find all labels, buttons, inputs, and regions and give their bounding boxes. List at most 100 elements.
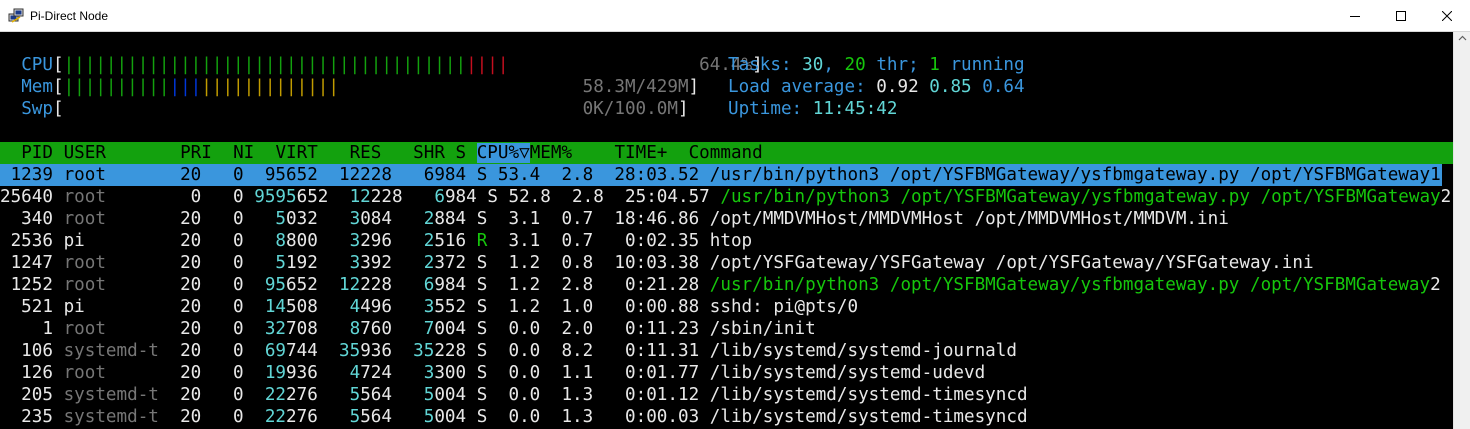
running-count: 1 (929, 55, 940, 75)
cell-pid: 1 (0, 319, 53, 339)
process-table-header[interactable]: PID USER PRI NI VIRT RES SHR S CPU%▽MEM%… (0, 142, 1454, 164)
cell-time: 25:04.57 (614, 187, 710, 207)
cell-cmd: /sbin/init (709, 319, 816, 339)
process-row[interactable]: 1252 root 20 0 95652 12228 6984 S 1.2 2.… (0, 274, 1441, 296)
vertical-scrollbar[interactable] (1453, 32, 1470, 429)
cell-cpu: 3.1 (497, 209, 541, 229)
col-virt[interactable]: VIRT (275, 143, 317, 163)
col-time[interactable]: TIME+ (614, 143, 667, 163)
cell-time: 0:00.88 (603, 297, 700, 317)
threads-count: 20 (844, 55, 866, 75)
process-row[interactable]: 1239 root 20 0 95652 12228 6984 S 53.4 2… (0, 164, 1442, 186)
cell-pid: 521 (0, 297, 53, 317)
process-row[interactable]: 521 pi 20 0 14508 4496 3552 S 1.2 1.0 0:… (0, 296, 858, 318)
cell-pri: 20 (169, 165, 202, 185)
cell-cmd: /usr/bin/python3 /opt/YSFBMGateway/ysfbm… (720, 187, 1441, 207)
col-pid[interactable]: PID (21, 143, 53, 163)
cell-cpu: 1.2 (497, 253, 541, 273)
maximize-button[interactable] (1378, 0, 1424, 32)
cell-time: 10:03.38 (603, 253, 700, 273)
process-row[interactable]: 126 root 20 0 19936 4724 3300 S 0.0 1.1 … (0, 362, 985, 384)
process-row[interactable]: 205 systemd-t 20 0 22276 5564 5004 S 0.0… (0, 384, 1027, 406)
process-row[interactable]: 1247 root 20 0 5192 3392 2372 S 1.2 0.8 … (0, 252, 1314, 274)
cell-s: R (476, 231, 488, 251)
threads-label: thr; (876, 55, 919, 75)
cell-s: S (487, 187, 498, 207)
cell-shr: 35228 (402, 341, 467, 361)
cell-res: 5564 (328, 407, 392, 427)
cell-s: S (476, 275, 488, 295)
cell-pid: 126 (0, 363, 53, 383)
col-user[interactable]: USER (64, 143, 106, 163)
col-mem[interactable]: MEM% (530, 143, 572, 163)
cell-wrap: 2 (1430, 275, 1441, 295)
cell-cpu: 52.8 (508, 187, 551, 207)
tasks-summary: Tasks: 30, 20 thr; 1 running (728, 55, 1025, 75)
cell-pri: 20 (169, 385, 202, 405)
cell-shr: 5004 (402, 407, 467, 427)
col-shr[interactable]: SHR (413, 143, 445, 163)
cell-virt: 95652 (254, 275, 318, 295)
cell-res: 8760 (328, 319, 392, 339)
scroll-up-arrow-icon[interactable] (1458, 34, 1467, 43)
cell-shr: 7004 (402, 319, 467, 339)
mem-meter-label: Mem (21, 77, 53, 97)
cell-cmd: /lib/systemd/systemd-journald (709, 341, 1017, 361)
cell-res: 12228 (328, 275, 392, 295)
title-bar[interactable]: Pi-Direct Node (0, 0, 1470, 32)
process-row[interactable]: 235 systemd-t 20 0 22276 5564 5004 S 0.0… (0, 406, 1027, 428)
cell-mem: 2.8 (561, 187, 604, 207)
cell-pid: 205 (0, 385, 53, 405)
col-s[interactable]: S (456, 143, 467, 163)
cell-ni: 0 (211, 187, 244, 207)
process-row[interactable]: 106 systemd-t 20 0 69744 35936 35228 S 0… (0, 340, 1017, 362)
swap-meter: Swp[ 0K/100.0M] (21, 99, 689, 119)
window-title: Pi-Direct Node (30, 9, 109, 23)
cell-user: root (63, 319, 159, 339)
close-button[interactable] (1424, 0, 1470, 32)
cell-user: root (63, 165, 159, 185)
maximize-icon (1396, 11, 1406, 21)
cell-pid: 1247 (0, 253, 53, 273)
cell-pid: 1252 (0, 275, 53, 295)
cell-s: S (476, 407, 488, 427)
cell-pri: 20 (169, 253, 202, 273)
cell-pri: 20 (169, 363, 202, 383)
cell-user: pi (63, 231, 159, 251)
minimize-button[interactable] (1332, 0, 1378, 32)
cell-mem: 0.7 (550, 231, 594, 251)
cell-pri: 20 (169, 275, 202, 295)
htop-screen[interactable]: CPU[||||||||||||||||||||||||||||||||||||… (0, 32, 1454, 429)
cell-cpu: 1.2 (497, 275, 541, 295)
cell-cmd: /opt/MMDVMHost/MMDVMHost /opt/MMDVMHost/… (709, 209, 1229, 229)
cell-res: 12228 (328, 165, 392, 185)
cell-ni: 0 (211, 385, 244, 405)
process-row[interactable]: 1 root 20 0 32708 8760 7004 S 0.0 2.0 0:… (0, 318, 816, 340)
col-res[interactable]: RES (350, 143, 382, 163)
load-label: Load average: (728, 77, 866, 97)
process-row[interactable]: 25640 root 0 0 9595652 12228 6984 S 52.8… (0, 186, 1451, 208)
cell-shr: 2884 (402, 209, 467, 229)
cell-ni: 0 (211, 363, 244, 383)
cell-virt: 14508 (254, 297, 318, 317)
process-row[interactable]: 2536 pi 20 0 8800 3296 2516 R 3.1 0.7 0:… (0, 230, 753, 252)
cell-user: root (63, 253, 159, 273)
swap-meter-label: Swp (21, 99, 53, 119)
col-cpu[interactable]: CPU%▽ (476, 143, 530, 163)
cpu-meter-bar-green: |||||||||||||||||||||||||||||||||||||| (63, 55, 467, 75)
col-pri[interactable]: PRI (180, 143, 212, 163)
col-command[interactable]: Command (689, 143, 763, 163)
cell-shr: 6984 (402, 165, 467, 185)
cell-virt: 95652 (254, 165, 318, 185)
cell-s: S (476, 297, 488, 317)
col-ni[interactable]: NI (233, 143, 254, 163)
cell-s: S (476, 165, 488, 185)
process-row[interactable]: 340 root 20 0 5032 3084 2884 S 3.1 0.7 1… (0, 208, 1229, 230)
cell-shr: 6984 (413, 187, 477, 207)
cell-mem: 1.3 (550, 407, 594, 427)
cell-ni: 0 (211, 341, 244, 361)
cell-res: 12228 (339, 187, 403, 207)
cell-user: root (63, 363, 159, 383)
cell-user: systemd-t (63, 341, 159, 361)
cell-mem: 0.8 (550, 253, 594, 273)
